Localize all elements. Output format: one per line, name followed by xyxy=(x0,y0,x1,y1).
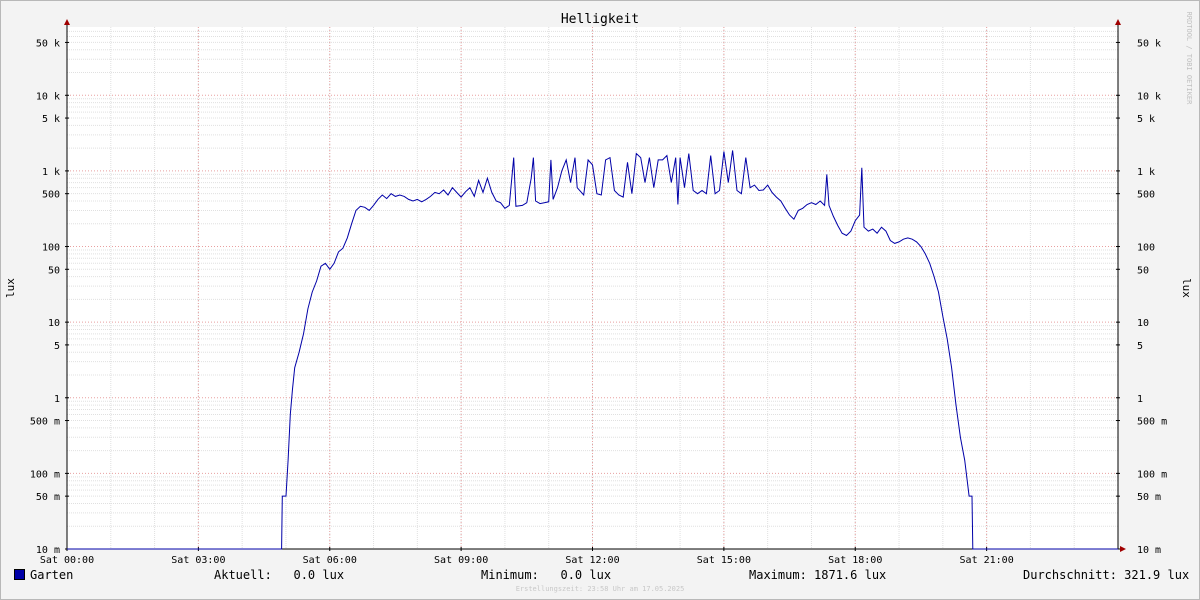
y-tick-label-right: 10 m xyxy=(1137,545,1161,556)
legend-series-name: Garten xyxy=(30,568,74,582)
y-tick-label-right: 500 xyxy=(1137,190,1155,201)
y-axis-label-left: lux xyxy=(4,278,17,298)
y-tick-label-left: 1 xyxy=(54,394,60,405)
y-axis-left-arrow xyxy=(64,19,70,25)
y-tick-label-right: 5 xyxy=(1137,341,1143,352)
y-tick-label-left: 10 xyxy=(48,318,60,329)
legend-current: Aktuell: 0.0 lux xyxy=(214,568,345,582)
y-tick-label-left: 1 k xyxy=(42,167,60,178)
y-tick-label-right: 500 m xyxy=(1137,417,1167,428)
y-tick-label-left: 5 xyxy=(54,341,60,352)
light-chart: 10 m 10 m50 m 50 m100 m 100 m500 m 500 m1 15 5… xyxy=(4,12,1193,566)
y-tick-label-right: 50 k xyxy=(1137,38,1161,49)
y-axis-label-right: lux xyxy=(1180,278,1193,298)
x-tick-label: Sat 21:00 xyxy=(960,555,1014,566)
legend-item-garten: Garten xyxy=(14,568,73,582)
chart-title: Helligkeit xyxy=(561,12,639,27)
legend-minimum: Minimum: 0.0 lux xyxy=(481,568,612,582)
y-tick-label-right: 50 m xyxy=(1137,492,1161,503)
legend-swatch xyxy=(14,569,25,580)
x-tick-label: Sat 18:00 xyxy=(828,555,882,566)
x-tick-label: Sat 03:00 xyxy=(171,555,225,566)
y-tick-label-left: 500 m xyxy=(30,417,60,428)
y-tick-label-right: 5 k xyxy=(1137,114,1155,125)
y-tick-label-right: 50 xyxy=(1137,265,1149,276)
x-tick-label: Sat 15:00 xyxy=(697,555,751,566)
y-tick-label-left: 100 xyxy=(42,243,60,254)
x-tick-label: Sat 06:00 xyxy=(303,555,357,566)
y-tick-label-right: 1 xyxy=(1137,394,1143,405)
y-tick-label-left: 5 k xyxy=(42,114,60,125)
y-axis-right-arrow xyxy=(1115,19,1121,25)
y-tick-label-left: 50 xyxy=(48,265,60,276)
x-axis-arrow xyxy=(1120,546,1126,552)
y-tick-label-right: 10 k xyxy=(1137,91,1161,102)
rrdtool-watermark: RRDTOOL / TOBI OETIKER xyxy=(1185,12,1193,106)
y-tick-label-right: 100 m xyxy=(1137,469,1167,480)
y-tick-label-left: 500 xyxy=(42,190,60,201)
y-tick-label-right: 100 xyxy=(1137,243,1155,254)
y-tick-label-left: 50 k xyxy=(36,38,60,49)
y-tick-label-left: 50 m xyxy=(36,492,60,503)
y-tick-label-left: 10 k xyxy=(36,91,60,102)
legend-average: Durchschnitt: 321.9 lux xyxy=(1023,568,1190,582)
x-tick-label: Sat 00:00 xyxy=(40,555,94,566)
y-tick-label-right: 1 k xyxy=(1137,167,1155,178)
x-tick-label: Sat 09:00 xyxy=(434,555,488,566)
y-tick-label-right: 10 xyxy=(1137,318,1149,329)
x-tick-label: Sat 12:00 xyxy=(565,555,619,566)
y-tick-label-left: 100 m xyxy=(30,469,60,480)
legend-maximum: Maximum: 1871.6 lux xyxy=(749,568,887,582)
creation-time-footer: Erstellungszeit: 23:58 Uhr am 17.05.2025 xyxy=(515,585,685,593)
